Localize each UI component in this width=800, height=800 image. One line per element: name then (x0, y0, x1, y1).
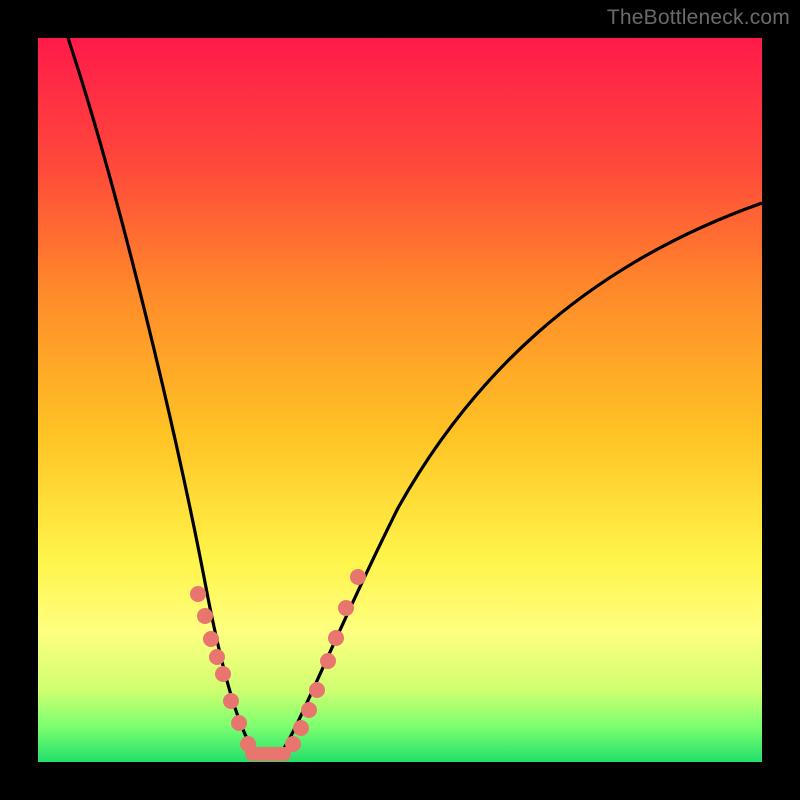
marker-right (293, 720, 309, 736)
plot-area (38, 38, 762, 762)
marker-left (209, 649, 225, 665)
marker-right (328, 630, 344, 646)
watermark-text: TheBottleneck.com (607, 6, 790, 30)
marker-right (301, 702, 317, 718)
marker-left (240, 736, 256, 752)
marker-left (190, 586, 206, 602)
marker-right (309, 682, 325, 698)
marker-group-left (190, 586, 256, 752)
curve-layer (38, 38, 762, 762)
marker-right (285, 736, 301, 752)
marker-left (197, 608, 213, 624)
marker-right (320, 653, 336, 669)
marker-left (215, 666, 231, 682)
right-branch-path (283, 203, 762, 750)
marker-right (350, 569, 366, 585)
marker-right (338, 600, 354, 616)
chart-frame: TheBottleneck.com (0, 0, 800, 800)
marker-left (203, 631, 219, 647)
marker-left (223, 693, 239, 709)
marker-left (231, 715, 247, 731)
left-branch-path (68, 38, 253, 750)
